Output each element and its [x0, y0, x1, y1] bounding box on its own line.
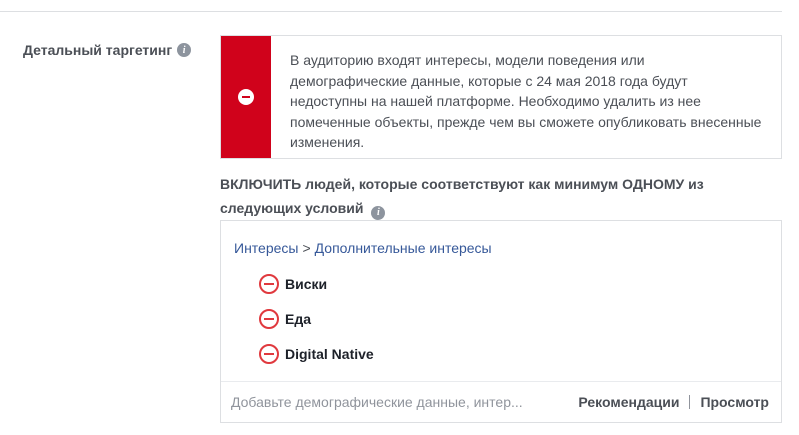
- section-label: Детальный таргетинг i: [23, 42, 192, 58]
- remove-icon[interactable]: [259, 309, 279, 329]
- breadcrumb-category[interactable]: Интересы: [234, 240, 298, 256]
- remove-icon[interactable]: [259, 274, 279, 294]
- top-divider: [0, 11, 782, 12]
- error-message: В аудиторию входят интересы, модели пове…: [290, 52, 762, 150]
- breadcrumb-subcategory[interactable]: Дополнительные интересы: [315, 240, 492, 256]
- interest-item: Еда: [259, 309, 311, 329]
- action-divider: [689, 395, 691, 409]
- error-notice: В аудиторию входят интересы, модели пове…: [220, 35, 782, 159]
- search-actions: Рекомендации Просмотр: [578, 394, 781, 410]
- error-strip: [221, 36, 271, 158]
- criteria-box: Интересы > Дополнительные интересы Виски Е…: [220, 220, 782, 423]
- interest-item: Digital Native: [259, 344, 374, 364]
- section-label-text: Детальный таргетинг: [23, 42, 173, 58]
- browse-button[interactable]: Просмотр: [700, 394, 769, 410]
- detailed-targeting-panel: Детальный таргетинг i В аудиторию входят…: [0, 0, 799, 435]
- interest-label: Еда: [285, 311, 312, 327]
- no-entry-icon: [238, 89, 254, 105]
- interest-label: Digital Native: [285, 346, 374, 362]
- interest-item: Виски: [259, 274, 327, 294]
- recommendations-button[interactable]: Рекомендации: [578, 394, 679, 410]
- search-row: Рекомендации Просмотр: [221, 381, 781, 422]
- remove-icon[interactable]: [259, 344, 279, 364]
- breadcrumb-separator: >: [302, 240, 311, 256]
- info-icon[interactable]: i: [177, 43, 192, 57]
- interest-label: Виски: [285, 276, 328, 292]
- breadcrumb: Интересы > Дополнительные интересы: [234, 240, 492, 256]
- include-heading-text: ВКЛЮЧИТЬ людей, которые соответствуют ка…: [220, 176, 704, 216]
- targeting-search-input[interactable]: [231, 394, 561, 410]
- info-icon[interactable]: i: [371, 206, 386, 220]
- include-heading: ВКЛЮЧИТЬ людей, которые соответствуют ка…: [220, 172, 780, 220]
